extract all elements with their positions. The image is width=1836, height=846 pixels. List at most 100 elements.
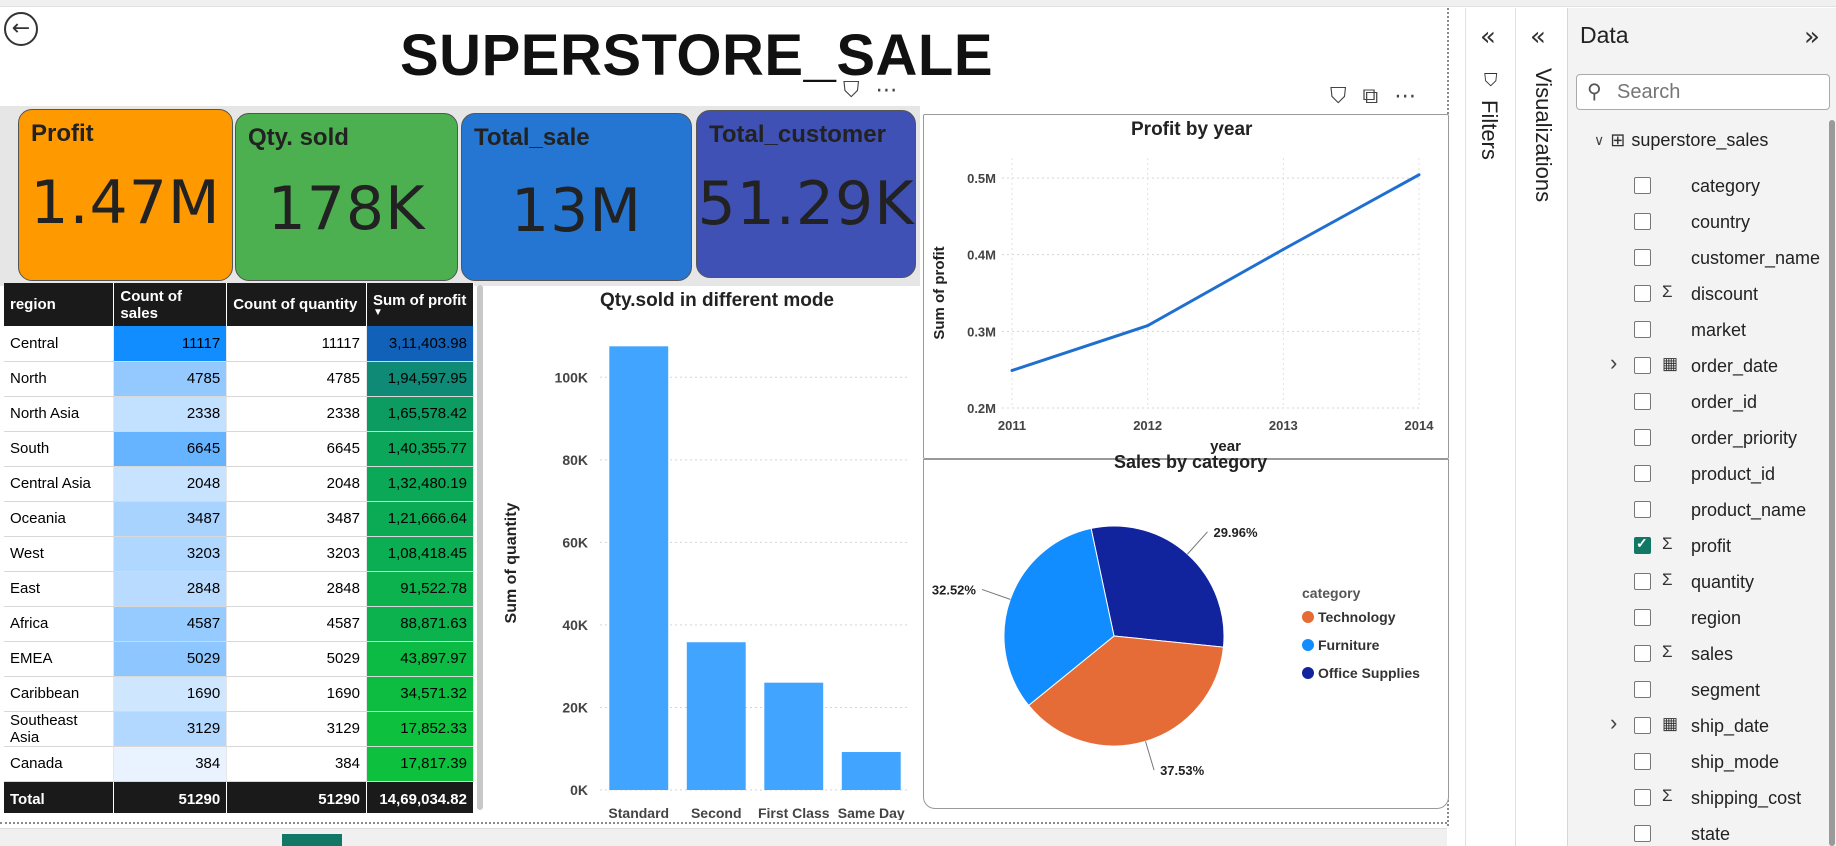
field-ship-mode[interactable]: ship_mode	[1568, 744, 1830, 780]
count-quantity-cell: 5029	[226, 641, 367, 677]
field-checkbox[interactable]	[1634, 213, 1651, 230]
chevron-down-icon[interactable]: ∨	[1594, 132, 1604, 149]
field-product-name[interactable]: product_name	[1568, 492, 1830, 528]
collapse-visualizations-icon[interactable]: «	[1530, 22, 1546, 52]
collapse-filters-icon[interactable]: «	[1480, 22, 1496, 52]
field-checkbox[interactable]	[1634, 357, 1651, 374]
field-checkbox[interactable]	[1634, 573, 1651, 590]
field-checkbox[interactable]	[1634, 177, 1651, 194]
filter-icon[interactable]: ⛉	[1330, 84, 1347, 109]
field-quantity[interactable]: Σquantity	[1568, 564, 1830, 600]
field-region[interactable]: region	[1568, 600, 1830, 636]
visualizations-pane-label[interactable]: Visualizations	[1530, 68, 1556, 202]
field-checkbox[interactable]	[1634, 393, 1651, 410]
field-ship-date[interactable]: › ▦ ship_date	[1568, 708, 1830, 744]
table-row[interactable]: Africa 4587 4587 88,871.63	[4, 606, 474, 642]
kpi-value: 13M	[510, 176, 643, 246]
data-label: 32.52%	[932, 582, 977, 597]
field-checkbox[interactable]	[1634, 465, 1651, 482]
line-chart-visual[interactable]: Profit by year 0.2M 0.3M 0.4M 0.5M 2011 2012 2…	[923, 114, 1449, 459]
table-node-superstore-sales[interactable]: ∨ ⊞ superstore_sales	[1594, 130, 1768, 151]
kpi-card-profit[interactable]: Profit 1.47M	[18, 109, 233, 281]
kpi-card-qty-sold[interactable]: Qty. sold 178K	[235, 113, 458, 281]
table-row[interactable]: Central 11117 11117 3,11,403.98	[4, 326, 474, 362]
field-state[interactable]: state	[1568, 816, 1830, 846]
canvas-border-bottom	[0, 822, 1447, 824]
field-market[interactable]: market	[1568, 312, 1830, 348]
pie-chart-visual[interactable]: Sales by category 29.96% 37.53% 32.52% cate…	[923, 452, 1449, 809]
chevron-right-icon[interactable]: ›	[1610, 710, 1617, 736]
field-order-priority[interactable]: order_priority	[1568, 420, 1830, 456]
y-tick-label: 0K	[570, 782, 588, 798]
field-checkbox[interactable]	[1634, 609, 1651, 626]
column-header-count-quantity[interactable]: Count of quantity	[226, 283, 367, 326]
data-search-input[interactable]	[1617, 78, 1817, 106]
leader-line	[981, 588, 1011, 600]
table-row[interactable]: North 4785 4785 1,94,597.95	[4, 361, 474, 397]
filter-icon[interactable]: ⛉	[843, 78, 860, 103]
focus-mode-icon[interactable]: ⧉	[1363, 84, 1379, 109]
field-checkbox[interactable]	[1634, 249, 1651, 266]
column-header-sum-profit[interactable]: Sum of profit ▼	[366, 283, 474, 326]
field-profit[interactable]: Σprofit	[1568, 528, 1830, 564]
region-table-visual[interactable]: region Count of sales Count of quantity …	[4, 283, 479, 813]
field-checkbox[interactable]	[1634, 645, 1651, 662]
field-shipping-cost[interactable]: Σshipping_cost	[1568, 780, 1830, 816]
table-row[interactable]: North Asia 2338 2338 1,65,578.42	[4, 396, 474, 432]
data-pane-scrollbar[interactable]	[1829, 120, 1835, 846]
field-product-id[interactable]: product_id	[1568, 456, 1830, 492]
field-checkbox[interactable]	[1634, 789, 1651, 806]
bar	[609, 346, 669, 790]
field-checkbox[interactable]	[1634, 717, 1651, 734]
field-checkbox[interactable]	[1634, 535, 1651, 554]
table-row[interactable]: Southeast Asia 3129 3129 17,852.33	[4, 711, 474, 747]
table-scrollbar[interactable]	[477, 285, 483, 810]
bar-chart[interactable]: 0K20K40K60K80K100KStandardClassSecondCla…	[490, 320, 930, 820]
field-order-id[interactable]: order_id	[1568, 384, 1830, 420]
table-row[interactable]: Canada 384 384 17,817.39	[4, 746, 474, 782]
sum-profit-cell: 1,65,578.42	[366, 396, 474, 432]
filters-pane[interactable]: « ⛉ Filters	[1465, 8, 1515, 846]
table-row[interactable]: Caribbean 1690 1690 34,571.32	[4, 676, 474, 712]
field-checkbox[interactable]	[1634, 429, 1651, 446]
field-sales[interactable]: Σsales	[1568, 636, 1830, 672]
table-row[interactable]: East 2848 2848 91,522.78	[4, 571, 474, 607]
field-customer-name[interactable]: customer_name	[1568, 240, 1830, 276]
column-header-count-sales[interactable]: Count of sales	[113, 283, 228, 326]
more-options-icon[interactable]: ⋯	[876, 78, 898, 103]
field-checkbox[interactable]	[1634, 285, 1651, 302]
count-sales-cell: 384	[113, 746, 228, 782]
field-name: product_name	[1691, 500, 1807, 520]
kpi-card-total-customer[interactable]: Total_customer 51.29K	[696, 110, 916, 278]
visualizations-pane[interactable]: « Visualizations	[1515, 8, 1567, 846]
field-country[interactable]: country	[1568, 204, 1830, 240]
field-checkbox[interactable]	[1634, 681, 1651, 698]
field-order-date[interactable]: › ▦ order_date	[1568, 348, 1830, 384]
table-row[interactable]: EMEA 5029 5029 43,897.97	[4, 641, 474, 677]
table-row[interactable]: South 6645 6645 1,40,355.77	[4, 431, 474, 467]
table-row[interactable]: Oceania 3487 3487 1,21,666.64	[4, 501, 474, 537]
field-checkbox[interactable]	[1634, 753, 1651, 770]
page-tab-active[interactable]	[282, 834, 342, 846]
filters-pane-label[interactable]: Filters	[1476, 100, 1502, 160]
kpi-card-total-sale[interactable]: Total_sale 13M	[461, 113, 692, 281]
field-checkbox[interactable]	[1634, 321, 1651, 338]
field-name: country	[1691, 212, 1751, 232]
count-sales-cell: 3129	[113, 711, 228, 747]
sum-profit-cell: 43,897.97	[366, 641, 474, 677]
field-checkbox[interactable]	[1634, 825, 1651, 842]
data-point	[1281, 247, 1285, 251]
collapse-data-pane-icon[interactable]: »	[1804, 22, 1820, 52]
region-cell: South	[4, 431, 115, 467]
field-segment[interactable]: segment	[1568, 672, 1830, 708]
back-arrow-icon[interactable]: ←	[4, 12, 38, 46]
table-row[interactable]: Central Asia 2048 2048 1,32,480.19	[4, 466, 474, 502]
field-discount[interactable]: Σdiscount	[1568, 276, 1830, 312]
chevron-right-icon[interactable]: ›	[1610, 350, 1617, 376]
column-header-region[interactable]: region	[4, 283, 115, 326]
more-options-icon[interactable]: ⋯	[1394, 84, 1416, 109]
field-category[interactable]: category	[1568, 168, 1830, 204]
table-row[interactable]: West 3203 3203 1,08,418.45	[4, 536, 474, 572]
data-search-box[interactable]: ⚲	[1576, 74, 1830, 110]
field-checkbox[interactable]	[1634, 501, 1651, 518]
